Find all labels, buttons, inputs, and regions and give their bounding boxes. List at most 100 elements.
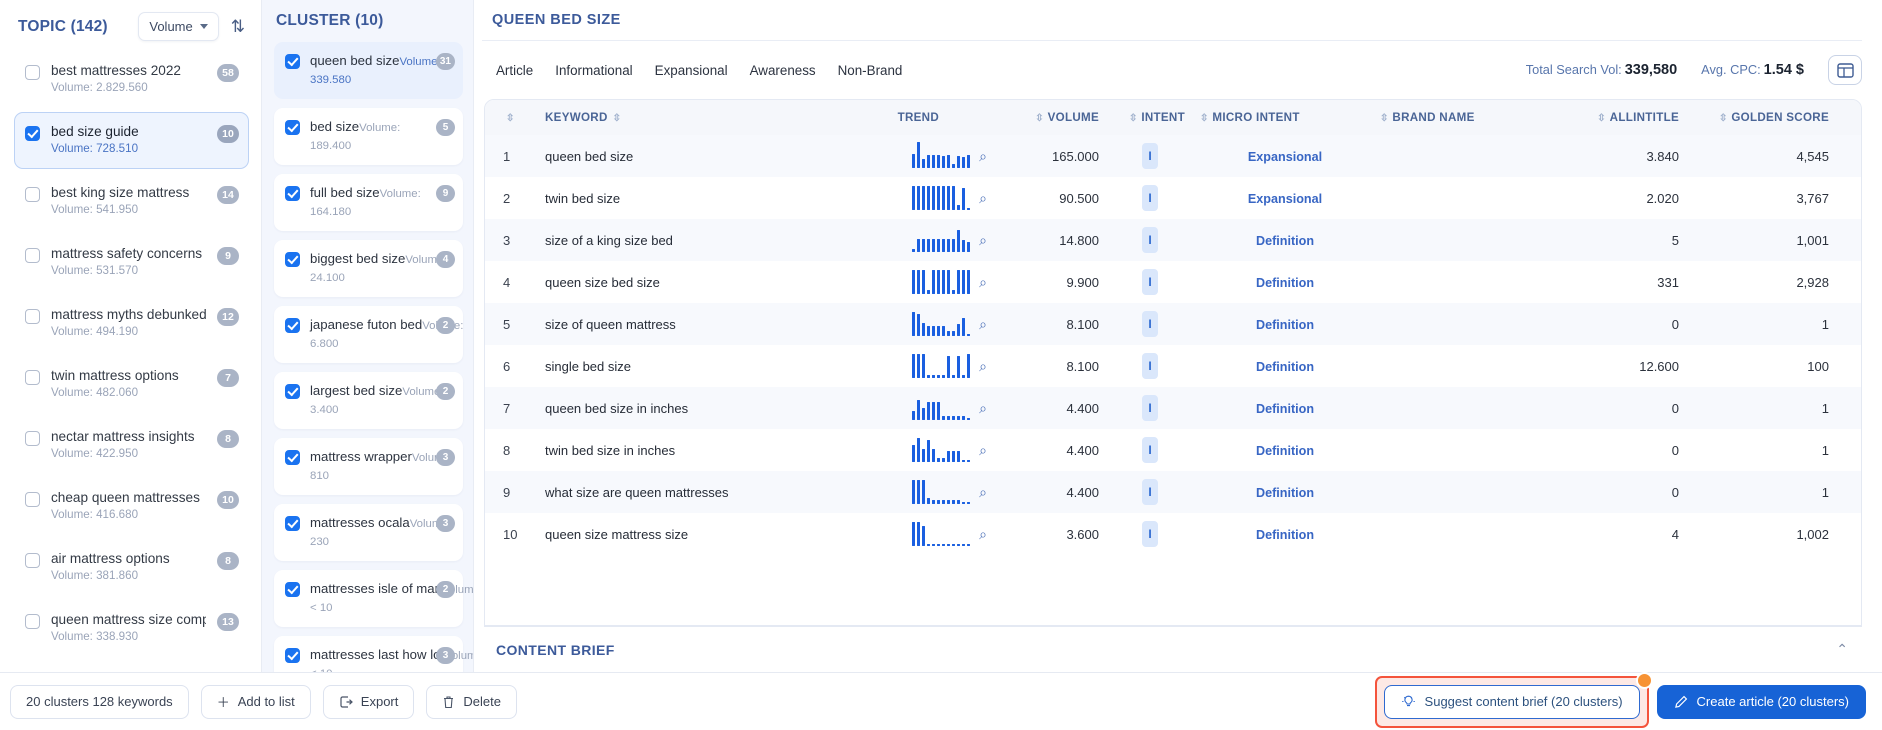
export-button[interactable]: Export	[322, 684, 415, 719]
cluster-list-item[interactable]: japanese futon bedVolume: 6.8002	[274, 306, 463, 363]
col-index[interactable]: ⇳	[485, 100, 545, 135]
row-keyword[interactable]: twin bed size	[545, 177, 845, 219]
cluster-checkbox[interactable]	[285, 648, 300, 663]
cluster-list-item[interactable]: mattresses ocalaVolume: 230 3	[274, 504, 463, 561]
topic-list-item[interactable]: air mattress options Volume: 381.860 8	[14, 539, 249, 596]
tab-non-brand[interactable]: Non-Brand	[838, 59, 925, 82]
row-keyword[interactable]: single bed size	[545, 345, 845, 387]
col-golden-score[interactable]: ⇳ GOLDEN SCORE	[1685, 100, 1845, 135]
chevron-up-icon[interactable]: ⌃	[1836, 641, 1848, 658]
cluster-list-item[interactable]: queen bed sizeVolume: 339.580 31	[274, 42, 463, 99]
cluster-list-item[interactable]: biggest bed sizeVolume: 24.100 4	[274, 240, 463, 297]
table-row[interactable]: 4 queen size bed size ⌕ 9.900 I Definition 331…	[485, 261, 1861, 303]
topic-list-item[interactable]: nectar mattress insights Volume: 422.950 8	[14, 417, 249, 474]
table-row[interactable]: 8 twin bed size in inches ⌕ 4.400 I Definitio…	[485, 429, 1861, 471]
table-row[interactable]: 5 size of queen mattress ⌕ 8.100 I Definition…	[485, 303, 1861, 345]
table-row[interactable]: 1 queen bed size ⌕ 165.000 I Expansional 3.840…	[485, 135, 1861, 177]
sort-icon[interactable]: ⇳	[1719, 113, 1727, 124]
topic-list-item[interactable]: bed size guide Volume: 728.510 10	[14, 112, 249, 169]
topic-checkbox[interactable]	[25, 126, 40, 141]
cluster-checkbox[interactable]	[285, 186, 300, 201]
sort-icon[interactable]: ⇳	[506, 113, 514, 124]
tab-expansional[interactable]: Expansional	[655, 59, 750, 82]
cluster-checkbox[interactable]	[285, 120, 300, 135]
topic-checkbox[interactable]	[25, 492, 40, 507]
magnifier-icon[interactable]: ⌕	[979, 527, 987, 541]
cluster-list[interactable]: queen bed sizeVolume: 339.580 31 bed sizeV…	[262, 42, 473, 672]
content-brief-bar[interactable]: CONTENT BRIEF ⌃	[484, 626, 1862, 672]
row-keyword[interactable]: what size are queen mattresses	[545, 471, 845, 513]
col-keyword[interactable]: KEYWORD ⇳	[545, 100, 845, 135]
topic-checkbox[interactable]	[25, 553, 40, 568]
sort-icon[interactable]: ⇳	[1597, 113, 1605, 124]
magnifier-icon[interactable]: ⌕	[979, 443, 987, 457]
row-keyword[interactable]: size of queen mattress	[545, 303, 845, 345]
tab-article[interactable]: Article	[484, 59, 555, 82]
topic-list-item[interactable]: best mattresses 2022 Volume: 2.829.560 58	[14, 51, 249, 108]
table-row[interactable]: 2 twin bed size ⌕ 90.500 I Expansional 2.020 3,…	[485, 177, 1861, 219]
row-keyword[interactable]: queen size bed size	[545, 261, 845, 303]
magnifier-icon[interactable]: ⌕	[979, 485, 987, 499]
cluster-list-item[interactable]: mattresses isle of manVolume: < 102	[274, 570, 473, 627]
topic-list-item[interactable]: cheap queen mattresses Volume: 416.680 10	[14, 478, 249, 535]
cluster-checkbox[interactable]	[285, 252, 300, 267]
topic-list-item[interactable]: mattress safety concerns Volume: 531.570 9	[14, 234, 249, 291]
sort-icon[interactable]: ⇳	[1035, 113, 1043, 124]
row-keyword[interactable]: twin bed size in inches	[545, 429, 845, 471]
table-row[interactable]: 3 size of a king size bed ⌕ 14.800 I Definiti…	[485, 219, 1861, 261]
tab-informational[interactable]: Informational	[555, 59, 654, 82]
table-row[interactable]: 6 single bed size ⌕ 8.100 I Definition 12.600 1…	[485, 345, 1861, 387]
topic-list-item[interactable]: best king size mattress Volume: 541.950 14	[14, 173, 249, 230]
magnifier-icon[interactable]: ⌕	[979, 149, 987, 163]
sort-icon[interactable]: ⇳	[613, 113, 621, 124]
cluster-list-item[interactable]: largest bed sizeVolume: 3.400 2	[274, 372, 463, 429]
topic-checkbox[interactable]	[25, 431, 40, 446]
table-row[interactable]: 9 what size are queen mattresses ⌕ 4.400 I De…	[485, 471, 1861, 513]
row-keyword[interactable]: queen bed size	[545, 135, 845, 177]
sort-icon[interactable]: ⇳	[1129, 113, 1137, 124]
row-keyword[interactable]: size of a king size bed	[545, 219, 845, 261]
col-volume[interactable]: ⇳ VOLUME	[995, 100, 1105, 135]
topic-list-item[interactable]: twin mattress options Volume: 482.060 7	[14, 356, 249, 413]
topic-list-item[interactable]: queen mattress size comp Volume: 338.930 1…	[14, 600, 249, 657]
sort-icon[interactable]: ⇳	[1200, 113, 1208, 124]
magnifier-icon[interactable]: ⌕	[979, 233, 987, 247]
cluster-checkbox[interactable]	[285, 384, 300, 399]
sort-icon[interactable]: ⇳	[1380, 113, 1388, 124]
col-micro-intent[interactable]: ⇳ MICRO INTENT	[1195, 100, 1375, 135]
topic-checkbox[interactable]	[25, 65, 40, 80]
magnifier-icon[interactable]: ⌕	[979, 401, 987, 415]
topic-checkbox[interactable]	[25, 187, 40, 202]
cluster-list-item[interactable]: mattresses last how lorVolume: < 103	[274, 636, 473, 672]
table-row[interactable]: 7 queen bed size in inches ⌕ 4.400 I Definiti…	[485, 387, 1861, 429]
col-intent[interactable]: ⇳ INTENT	[1105, 100, 1195, 135]
topic-checkbox[interactable]	[25, 248, 40, 263]
topic-checkbox[interactable]	[25, 370, 40, 385]
magnifier-icon[interactable]: ⌕	[979, 359, 987, 373]
cluster-list-item[interactable]: full bed sizeVolume: 164.180 9	[274, 174, 463, 231]
layout-panel-icon[interactable]	[1828, 55, 1862, 85]
keywords-table-container[interactable]: ⇳ KEYWORD ⇳ TREND ⇳ VOLUME ⇳ INTENT ⇳ MICRO …	[484, 99, 1862, 626]
col-brand-name[interactable]: ⇳ BRAND NAME	[1375, 100, 1545, 135]
tab-awareness[interactable]: Awareness	[750, 59, 838, 82]
topic-checkbox[interactable]	[25, 614, 40, 629]
cluster-checkbox[interactable]	[285, 54, 300, 69]
cluster-checkbox[interactable]	[285, 318, 300, 333]
table-row[interactable]: 10 queen size mattress size ⌕ 3.600 I Definit…	[485, 513, 1861, 555]
topic-sort-select[interactable]: Volume	[138, 12, 219, 41]
add-to-list-button[interactable]: ＋ Add to list	[200, 684, 311, 719]
topic-list[interactable]: best mattresses 2022 Volume: 2.829.560 58 b…	[0, 51, 261, 672]
cluster-list-item[interactable]: bed sizeVolume: 189.400 5	[274, 108, 463, 165]
suggest-content-brief-button[interactable]: Suggest content brief (20 clusters)	[1383, 684, 1640, 719]
row-keyword[interactable]: queen bed size in inches	[545, 387, 845, 429]
cluster-list-item[interactable]: mattress wrapperVolume: 810 3	[274, 438, 463, 495]
magnifier-icon[interactable]: ⌕	[979, 275, 987, 289]
magnifier-icon[interactable]: ⌕	[979, 317, 987, 331]
cluster-checkbox[interactable]	[285, 582, 300, 597]
create-article-button[interactable]: Create article (20 clusters)	[1656, 684, 1866, 719]
delete-button[interactable]: Delete	[426, 684, 517, 719]
cluster-checkbox[interactable]	[285, 450, 300, 465]
magnifier-icon[interactable]: ⌕	[979, 191, 987, 205]
sort-descending-icon[interactable]: ⇅	[229, 18, 251, 35]
col-allintitle[interactable]: ⇳ ALLINTITLE	[1545, 100, 1685, 135]
